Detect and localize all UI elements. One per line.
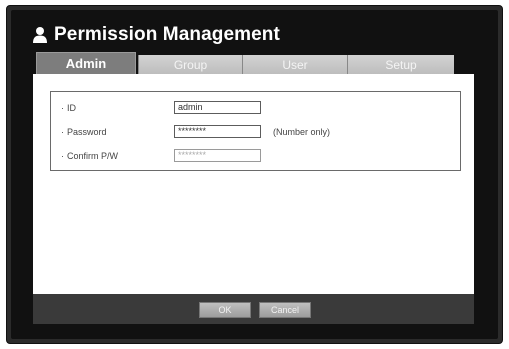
tab-group[interactable]: Group [138,55,242,74]
tab-admin[interactable]: Admin [36,52,136,74]
dialog-footer: OK Cancel [33,294,474,324]
id-row: · ID admin [51,101,460,115]
id-field[interactable]: admin [174,101,261,114]
tab-admin-label: Admin [65,56,107,71]
ok-button[interactable]: OK [199,302,251,318]
password-label: · Password [61,127,107,137]
password-hint: (Number only) [273,127,331,137]
tab-setup[interactable]: Setup [347,55,454,74]
confirm-row: · Confirm P/W ******** [51,149,460,163]
id-label: · ID [61,103,76,113]
page-title: Permission Management [54,24,280,45]
dialog-title-bar: Permission Management [32,22,280,48]
tab-user-label: User [282,57,308,72]
admin-settings-panel: · ID admin · Password ******** (Number onl… [50,91,461,171]
password-field[interactable]: ******** [174,125,261,138]
cancel-button[interactable]: Cancel [259,302,311,318]
tab-group-label: Group [173,57,208,72]
password-row: · Password ******** (Number only) [51,125,460,139]
confirm-password-field[interactable]: ******** [174,149,261,162]
tab-setup-label: Setup [385,57,417,72]
confirm-label: · Confirm P/W [61,151,119,161]
tab-content-area: · ID admin · Password ******** (Number onl… [33,74,474,294]
tab-user[interactable]: User [242,55,347,74]
user-icon [33,27,47,43]
